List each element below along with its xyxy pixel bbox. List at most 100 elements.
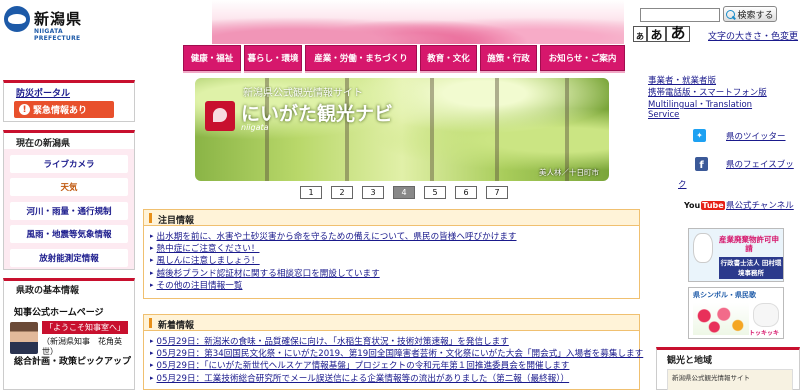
ad-title: 産業廃棄物許可申請 bbox=[719, 235, 779, 253]
notice-link[interactable]: 出水期を前に、水害や土砂災害から命を守るための備えについて、県民の皆様へ呼びかけ… bbox=[157, 230, 517, 242]
arrow-right-icon: ▸ bbox=[150, 244, 154, 253]
prefecture-symbol-banner[interactable]: 県シンボル・県民歌 トッキッキ bbox=[688, 287, 784, 339]
banner-page-4[interactable]: 4 bbox=[393, 186, 415, 199]
logo-text-en: NIIGATA PREFECTURE bbox=[34, 28, 81, 42]
youtube-tube-text: Tube bbox=[701, 200, 725, 210]
nav-education-culture[interactable]: 教育・文化 bbox=[420, 45, 477, 71]
prefecture-basic-info-box: 県政の基本情報 知事公式ホームページ 「ようこそ知事室へ」 （新潟県知事 花角英… bbox=[3, 278, 135, 390]
banner-romaji: niigata bbox=[241, 123, 269, 132]
niigata-logo-icon bbox=[4, 6, 30, 32]
banner-page-2[interactable]: 2 bbox=[331, 186, 353, 199]
search-button[interactable]: 検索する bbox=[723, 6, 777, 22]
banner-tree bbox=[430, 78, 434, 181]
twitter-icon[interactable]: ✦ bbox=[693, 129, 706, 142]
youtube-link[interactable]: 県公式チャンネル bbox=[726, 199, 794, 211]
news-link[interactable]: 05月29日：「にいがた新世代ヘルスケア情報基盤」プロジェクトの令和元年第１回推… bbox=[157, 359, 570, 371]
river-rainfall-link[interactable]: 河川・雨量・通行規制 bbox=[10, 202, 128, 220]
list-item[interactable]: ▸ 越後杉ブランド認証材に関する相談窓口を開設しています bbox=[150, 267, 517, 279]
tourism-banner-text: 新潟県公式観光情報サイト bbox=[672, 374, 750, 382]
list-item[interactable]: ▸ 05月29日：「にいがた新世代ヘルスケア情報基盤」プロジェクトの令和元年第１回… bbox=[150, 359, 643, 371]
multilingual-link[interactable]: Multilingual・Translation bbox=[648, 98, 752, 110]
banner-page-6[interactable]: 6 bbox=[455, 186, 477, 199]
banner-page-5[interactable]: 5 bbox=[424, 186, 446, 199]
arrow-right-icon: ▸ bbox=[150, 349, 154, 358]
notice-link[interactable]: 越後杉ブランド認証材に関する相談窓口を開設しています bbox=[157, 267, 380, 279]
arrow-right-icon: ▸ bbox=[150, 256, 154, 265]
nav-industry-labor[interactable]: 産業・労働・まちづくり bbox=[305, 45, 417, 71]
mobile-version-link[interactable]: 携帯電話版・スマートフォン版 bbox=[648, 86, 767, 98]
list-item[interactable]: ▸ 05月29日：第34回国民文化祭・にいがた2019、第19回全国障害者芸術・文… bbox=[150, 347, 643, 359]
emergency-info-button[interactable]: ! 緊急情報あり bbox=[14, 101, 114, 118]
current-niigata-title: 現在の新潟県 bbox=[4, 133, 134, 149]
radiation-info-link[interactable]: 放射能測定情報 bbox=[10, 249, 128, 267]
nav-health-welfare[interactable]: 健康・福祉 bbox=[183, 45, 241, 71]
list-item[interactable]: ▸ 風しんに注意しましょう！ bbox=[150, 254, 517, 266]
emergency-info-label: 緊急情報あり bbox=[33, 106, 88, 116]
weather-link[interactable]: 天気 bbox=[10, 178, 128, 196]
banner-page-3[interactable]: 3 bbox=[362, 186, 384, 199]
search-button-label: 検索する bbox=[737, 10, 774, 21]
prefecture-basic-info-title: 県政の基本情報 bbox=[16, 286, 80, 296]
arrow-right-icon: ▸ bbox=[150, 268, 154, 277]
facebook-link[interactable]: 県のフェイスブッ bbox=[726, 158, 794, 170]
notice-link[interactable]: 熱中症にご注意ください！ bbox=[157, 242, 260, 254]
multilingual-link-cont[interactable]: Service bbox=[648, 110, 679, 120]
nav-policy-administration[interactable]: 施策・行政 bbox=[480, 45, 537, 71]
mascot-name: トッキッキ bbox=[749, 330, 780, 337]
font-size-large-button[interactable]: あ bbox=[666, 26, 690, 42]
list-item[interactable]: ▸ その他の注目情報一覧 bbox=[150, 279, 517, 291]
banner-page-7[interactable]: 7 bbox=[486, 186, 508, 199]
news-panel: 新着情報 ▸ 05月29日：新潟米の食味・品質確保に向け、「水稲生育状況・技術対策… bbox=[143, 314, 643, 390]
youtube-icon[interactable]: You Tube bbox=[684, 199, 725, 211]
ad-subtitle: 行政書士法人 田村環境事務所 bbox=[719, 257, 783, 279]
tourism-navi-banner[interactable]: 新潟県公式観光情報サイト にいがた観光ナビ niigata 美人林／十日町市 bbox=[195, 78, 609, 181]
ad-banner[interactable]: 産業廃棄物許可申請 行政書士法人 田村環境事務所 bbox=[688, 228, 784, 282]
twitter-link[interactable]: 県のツイッター bbox=[726, 130, 786, 142]
search-input[interactable] bbox=[640, 8, 720, 22]
disaster-portal-link[interactable]: 防災ポータル bbox=[16, 86, 70, 99]
nav-notices[interactable]: お知らせ・ご案内 bbox=[540, 45, 625, 71]
weather-warning-link[interactable]: 風雨・地震等気象情報 bbox=[10, 225, 128, 243]
notice-more-link[interactable]: その他の注目情報一覧 bbox=[157, 279, 243, 291]
governor-photo[interactable] bbox=[10, 322, 38, 354]
comprehensive-plan-link[interactable]: 総合計画・政策ピックアップ bbox=[14, 356, 132, 369]
facebook-icon[interactable]: f bbox=[695, 157, 708, 171]
symbol-banner-title: 県シンボル・県民歌 bbox=[693, 291, 756, 299]
tourism-site-banner[interactable]: 新潟県公式観光情報サイト bbox=[667, 369, 793, 390]
nav-living-environment[interactable]: 暮らし・環境 bbox=[244, 45, 302, 71]
news-list: ▸ 05月29日：新潟米の食味・品質確保に向け、「水稲生育状況・技術対策速報」を発… bbox=[150, 335, 643, 384]
notice-link[interactable]: 風しんに注意しましょう！ bbox=[157, 254, 260, 266]
tokkikki-mascot-image bbox=[753, 303, 779, 327]
tourism-region-box: 観光と地域 新潟県公式観光情報サイト bbox=[656, 347, 800, 390]
news-panel-title: 新着情報 bbox=[144, 315, 639, 331]
facebook-link-cont[interactable]: ク bbox=[678, 178, 687, 190]
prefecture-logo[interactable]: 新潟県 NIIGATA PREFECTURE bbox=[4, 6, 84, 42]
logo-text-jp: 新潟県 bbox=[34, 10, 83, 28]
list-item[interactable]: ▸ 05月29日：新潟米の食味・品質確保に向け、「水稲生育状況・技術対策速報」を発… bbox=[150, 335, 643, 347]
news-link[interactable]: 05月29日：工業技術総合研究所でメール誤送信による企業情報等の流出がありました… bbox=[157, 372, 570, 384]
tulip-image bbox=[693, 303, 749, 335]
arrow-right-icon: ▸ bbox=[150, 373, 154, 382]
banner-tree bbox=[565, 78, 569, 181]
arrow-right-icon: ▸ bbox=[150, 232, 154, 241]
business-version-link[interactable]: 事業者・就業者版 bbox=[648, 74, 716, 86]
banner-title: にいがた観光ナビ bbox=[241, 103, 394, 125]
list-item[interactable]: ▸ 05月29日：工業技術総合研究所でメール誤送信による企業情報等の流出がありまし… bbox=[150, 372, 643, 384]
arrow-right-icon: ▸ bbox=[150, 280, 154, 289]
banner-page-1[interactable]: 1 bbox=[300, 186, 322, 199]
font-size-small-button[interactable]: あ bbox=[633, 26, 647, 42]
banner-subtitle: 新潟県公式観光情報サイト bbox=[243, 88, 363, 99]
list-item[interactable]: ▸ 熱中症にご注意ください！ bbox=[150, 242, 517, 254]
news-link[interactable]: 05月29日：新潟米の食味・品質確保に向け、「水稲生育状況・技術対策速報」を発信… bbox=[157, 335, 509, 347]
list-item[interactable]: ▸ 出水期を前に、水害や土砂災害から命を守るための備えについて、県民の皆様へ呼びか… bbox=[150, 230, 517, 242]
notice-panel: 注目情報 ▸ 出水期を前に、水害や土砂災害から命を守るための備えについて、県民の皆… bbox=[143, 209, 640, 299]
disaster-portal-box: 防災ポータル ! 緊急情報あり bbox=[3, 80, 135, 122]
font-size-medium-button[interactable]: あ bbox=[647, 26, 666, 42]
news-link[interactable]: 05月29日：第34回国民文化祭・にいがた2019、第19回全国障害者芸術・文化… bbox=[157, 347, 644, 359]
live-camera-link[interactable]: ライブカメラ bbox=[10, 155, 128, 173]
governor-homepage-title: 知事公式ホームページ bbox=[14, 308, 104, 318]
ad-mascot-image bbox=[693, 233, 713, 263]
font-color-settings-link[interactable]: 文字の大きさ・色変更 bbox=[708, 29, 798, 42]
youtube-you-text: You bbox=[684, 200, 701, 210]
governor-welcome-link[interactable]: 「ようこそ知事室へ」 bbox=[42, 321, 128, 334]
